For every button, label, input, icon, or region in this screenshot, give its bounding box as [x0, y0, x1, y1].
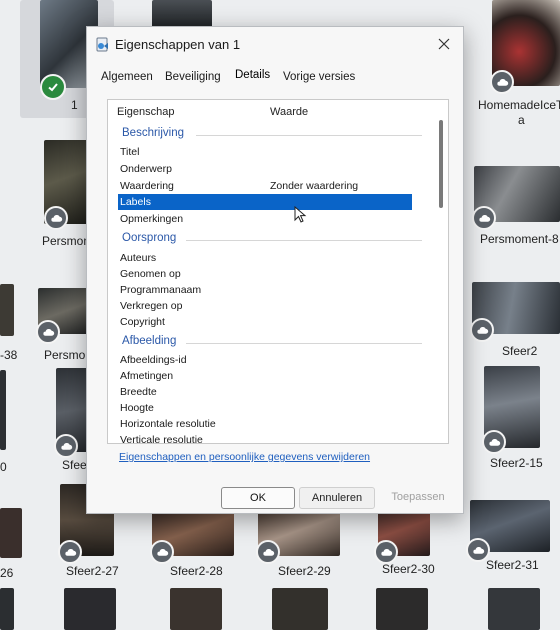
property-row[interactable]: Programmanaam [118, 282, 412, 298]
dialog-title: Eigenschappen van 1 [115, 37, 241, 52]
tab-security[interactable]: Beveiliging [165, 71, 221, 83]
file-label[interactable]: HomemadeIceT [478, 98, 560, 112]
thumbnail[interactable] [0, 284, 14, 336]
cloud-icon [374, 540, 398, 564]
checkmark-icon [40, 74, 66, 100]
group-header: Oorsprong [122, 231, 422, 247]
image-file-icon [95, 37, 111, 53]
property-row[interactable]: Titel [118, 144, 412, 160]
property-row[interactable]: Verkregen op [118, 298, 412, 314]
property-row[interactable]: Hoogte [118, 400, 412, 416]
property-row[interactable]: Verticale resolutie [118, 432, 412, 443]
file-label[interactable]: Sfeer2 [502, 344, 537, 358]
file-label[interactable]: Sfeer2-27 [66, 564, 119, 578]
file-label[interactable]: Persmoment-8 [480, 232, 559, 246]
cloud-icon [256, 540, 280, 564]
column-header-property[interactable]: Eigenschap [117, 106, 175, 118]
thumbnail[interactable] [0, 508, 22, 558]
cloud-icon [490, 70, 514, 94]
cloud-icon [150, 540, 174, 564]
list-header: Eigenschap Waarde [108, 100, 448, 122]
column-header-value[interactable]: Waarde [270, 106, 308, 118]
property-row[interactable]: Afbeeldings-id [118, 352, 412, 368]
file-label[interactable]: Sfeer2-15 [490, 456, 543, 470]
thumbnail[interactable] [0, 588, 14, 630]
tab-details[interactable]: Details [235, 69, 270, 81]
cloud-icon [472, 206, 496, 230]
cloud-icon [482, 430, 506, 454]
file-label[interactable]: Sfeer2-29 [278, 564, 331, 578]
file-label[interactable]: 0 [0, 460, 7, 474]
remove-properties-link[interactable]: Eigenschappen en persoonlijke gegevens v… [119, 451, 370, 463]
cancel-button[interactable]: Annuleren [299, 487, 375, 509]
cloud-icon [44, 206, 68, 230]
property-row[interactable]: Opmerkingen [118, 211, 412, 227]
thumbnail[interactable] [488, 588, 540, 630]
thumbnail[interactable] [272, 588, 328, 630]
property-row[interactable]: Auteurs [118, 250, 412, 266]
file-label[interactable]: 1 [71, 98, 78, 112]
rating-value[interactable]: Zonder waardering [270, 180, 358, 192]
file-label[interactable]: Sfeer2-28 [170, 564, 223, 578]
title-bar[interactable]: Eigenschappen van 1 [87, 27, 463, 63]
scrollbar-thumb[interactable] [439, 120, 443, 208]
ok-button[interactable]: OK [221, 487, 295, 509]
mouse-cursor-icon [294, 205, 308, 224]
file-label[interactable]: 26 [0, 566, 13, 580]
thumbnail[interactable] [64, 588, 116, 630]
property-row[interactable]: Horizontale resolutie [118, 416, 412, 432]
file-label[interactable]: a [518, 113, 525, 127]
cloud-icon [58, 540, 82, 564]
file-label[interactable]: Sfeer2-30 [382, 562, 435, 576]
thumbnail[interactable] [170, 588, 222, 630]
thumbnail[interactable] [376, 588, 428, 630]
thumbnail[interactable] [0, 370, 6, 450]
property-row[interactable]: Onderwerp [118, 161, 412, 177]
vertical-scrollbar[interactable] [434, 112, 448, 442]
property-row[interactable]: Breedte [118, 384, 412, 400]
property-row[interactable]: Afmetingen [118, 368, 412, 384]
property-row[interactable]: Genomen op [118, 266, 412, 282]
apply-button[interactable]: Toepassen [381, 487, 455, 507]
close-icon[interactable] [433, 33, 455, 55]
details-list[interactable]: Eigenschap Waarde Beschrijving Titel Ond… [107, 99, 449, 444]
property-row-selected[interactable]: Labels [118, 194, 412, 210]
property-row[interactable]: Waardering Zonder waardering [118, 178, 412, 194]
file-label[interactable]: -38 [0, 348, 17, 362]
file-label[interactable]: Sfeer2-31 [486, 558, 539, 572]
tab-general[interactable]: Algemeen [101, 71, 153, 83]
properties-dialog: Eigenschappen van 1 Algemeen Beveiliging… [86, 26, 464, 514]
cloud-icon [470, 318, 494, 342]
property-row[interactable]: Copyright [118, 314, 412, 330]
group-header: Afbeelding [122, 334, 422, 350]
group-header: Beschrijving [122, 126, 422, 142]
cloud-icon [54, 434, 78, 458]
cloud-icon [36, 320, 60, 344]
tab-previous-versions[interactable]: Vorige versies [283, 71, 355, 83]
